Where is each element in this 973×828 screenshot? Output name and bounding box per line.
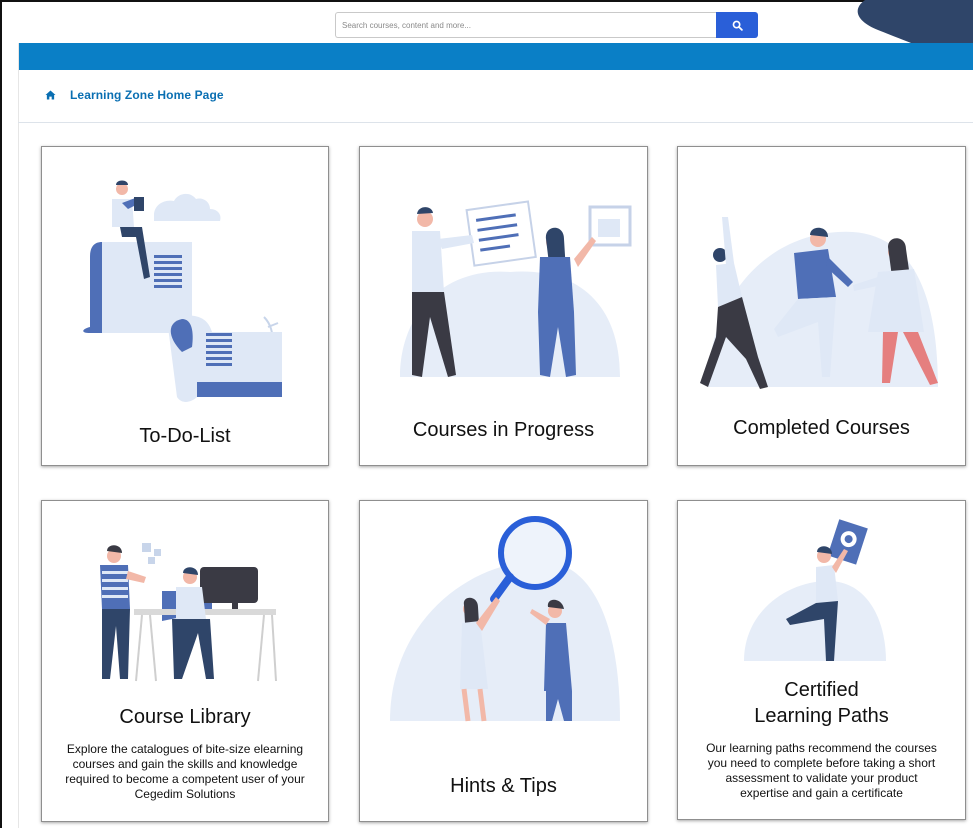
left-border: [18, 43, 19, 828]
completed-courses-illustration: [700, 217, 938, 389]
card-title: Course Library: [119, 706, 251, 728]
card-title: Hints & Tips: [450, 775, 557, 797]
certified-paths-illustration: [744, 519, 886, 661]
courses-in-progress-illustration: [400, 200, 632, 377]
card-title: Certified Learning Paths: [754, 679, 889, 727]
card-course-library[interactable]: Course Library Explore the catalogues of…: [41, 500, 329, 822]
breadcrumb: Learning Zone Home Page: [45, 88, 224, 102]
card-title: Completed Courses: [733, 417, 910, 439]
search-icon: [732, 20, 743, 31]
card-certified-learning-paths[interactable]: Certified Learning Paths Our learning pa…: [677, 500, 966, 820]
card-todo-list[interactable]: To-Do-List: [41, 146, 329, 466]
search-input[interactable]: [335, 12, 716, 38]
hints-tips-illustration: [390, 516, 620, 722]
card-completed-courses[interactable]: Completed Courses: [677, 146, 966, 466]
card-description: Our learning paths recommend the courses…: [706, 741, 937, 800]
card-title: Courses in Progress: [412, 419, 595, 441]
search-button[interactable]: [716, 12, 758, 38]
todo-list-illustration: [83, 180, 282, 402]
course-library-illustration: [100, 543, 277, 682]
card-title: To-Do-List: [139, 425, 231, 447]
card-courses-in-progress[interactable]: Courses in Progress: [359, 146, 648, 466]
breadcrumb-label[interactable]: Learning Zone Home Page: [70, 88, 224, 102]
breadcrumb-divider: [18, 122, 973, 123]
header-bar: [18, 43, 973, 70]
search-bar: [335, 12, 758, 38]
card-description: Explore the catalogues of bite-size elea…: [65, 742, 305, 801]
home-icon[interactable]: [45, 90, 56, 100]
card-hints-tips[interactable]: Hints & Tips: [359, 500, 648, 822]
